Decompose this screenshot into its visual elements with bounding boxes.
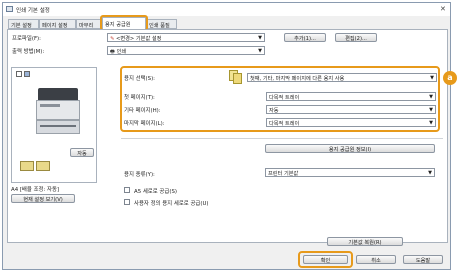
chevron-down-icon: ▼	[258, 48, 262, 54]
last-page-label: 마지막 페이지(L):	[124, 121, 165, 127]
chevron-down-icon: ▼	[428, 170, 432, 176]
paper-stack-icon	[229, 70, 243, 85]
custom-paper-portrait-label: 사용자 정의 용지 세로로 공급(U)	[134, 201, 209, 207]
other-pages-value: 자동	[269, 108, 279, 114]
close-icon[interactable]: ✕	[440, 5, 446, 13]
chevron-down-icon: ▼	[258, 35, 262, 41]
profile-value: <변경> 기본값 설정	[116, 36, 162, 42]
first-page-label: 첫 페이지(T):	[124, 95, 155, 101]
other-pages-label: 기타 페이지(H):	[124, 108, 161, 114]
a5-portrait-label: A5 세로로 공급(S)	[134, 189, 177, 195]
other-pages-combo[interactable]: 자동 ▼	[266, 105, 436, 114]
add-profile-button[interactable]: 추가(1)...	[284, 33, 326, 42]
preview-setting-button[interactable]: 자동	[70, 148, 94, 157]
ok-button[interactable]: 확인	[303, 255, 348, 264]
paper-type-label: 용지 종류(Y):	[124, 172, 155, 178]
output-method-value: 인쇄	[116, 49, 127, 55]
paper-tray-icon	[36, 161, 50, 171]
tab-basic-settings[interactable]: 기본 설정	[8, 19, 39, 29]
edit-profile-button[interactable]: 편집(2)...	[335, 33, 377, 42]
a5-portrait-checkbox[interactable]	[124, 187, 130, 193]
chevron-down-icon: ▼	[429, 120, 433, 126]
printer-image	[36, 88, 80, 136]
tab-print-quality[interactable]: 인쇄 품질	[146, 19, 177, 29]
page-view-icon[interactable]	[16, 71, 22, 77]
divider	[121, 138, 443, 139]
profile-combo[interactable]: ✎ <변경> 기본값 설정 ▼	[107, 33, 265, 42]
window-title: 인쇄 기본 설정	[16, 8, 50, 14]
output-method-combo[interactable]: 🖶 인쇄 ▼	[107, 46, 265, 55]
tab-finishing[interactable]: 마무리	[76, 19, 102, 29]
first-page-combo[interactable]: 다목적 트레이 ▼	[266, 92, 436, 101]
chevron-down-icon: ▼	[429, 94, 433, 100]
chevron-down-icon: ▼	[430, 75, 434, 81]
paper-select-value: 첫째, 기타, 마지막 페이지에 다른 용지 사용	[250, 76, 345, 82]
pencil-icon: ✎	[110, 36, 115, 42]
paper-select-label: 용지 선택(S):	[124, 76, 155, 82]
view-settings-button[interactable]: 현재 설정 보기(V)	[11, 194, 75, 203]
first-page-value: 다목적 트레이	[269, 95, 300, 101]
preview-pane: 자동	[11, 67, 97, 183]
paper-icon	[20, 161, 34, 171]
help-button[interactable]: 도움말	[403, 255, 443, 264]
callout-a-badge: a	[443, 71, 457, 85]
chevron-down-icon: ▼	[429, 107, 433, 113]
last-page-combo[interactable]: 다목적 트레이 ▼	[266, 118, 436, 127]
paper-source-info-button[interactable]: 용지 공급원 정보(I)	[265, 144, 435, 153]
restore-defaults-button[interactable]: 기본값 복원(R)	[327, 237, 403, 246]
paper-type-value: 프린터 기본값	[268, 171, 299, 177]
title-bar: 인쇄 기본 설정 ✕	[3, 3, 450, 16]
cancel-button[interactable]: 취소	[356, 255, 396, 264]
profile-label: 프로파일(F):	[12, 36, 41, 42]
paper-select-combo[interactable]: 첫째, 기타, 마지막 페이지에 다른 용지 사용 ▼	[247, 73, 437, 82]
output-method-label: 출력 방법(M):	[12, 49, 45, 55]
last-page-value: 다목적 트레이	[269, 121, 300, 127]
print-preferences-window: 인쇄 기본 설정 ✕ 기본 설정 페이지 설정 마무리 용지 공급원 인쇄 품질…	[2, 2, 457, 270]
tab-page-setup[interactable]: 페이지 설정	[39, 19, 76, 29]
print-icon: 🖶	[110, 49, 115, 55]
custom-paper-portrait-checkbox[interactable]	[124, 199, 130, 205]
printer-icon	[6, 6, 13, 12]
paper-type-combo[interactable]: 프린터 기본값 ▼	[265, 168, 435, 177]
printer-view-icon[interactable]	[24, 71, 30, 77]
paper-caption: A4 [배율 조정: 자동]	[11, 187, 60, 193]
